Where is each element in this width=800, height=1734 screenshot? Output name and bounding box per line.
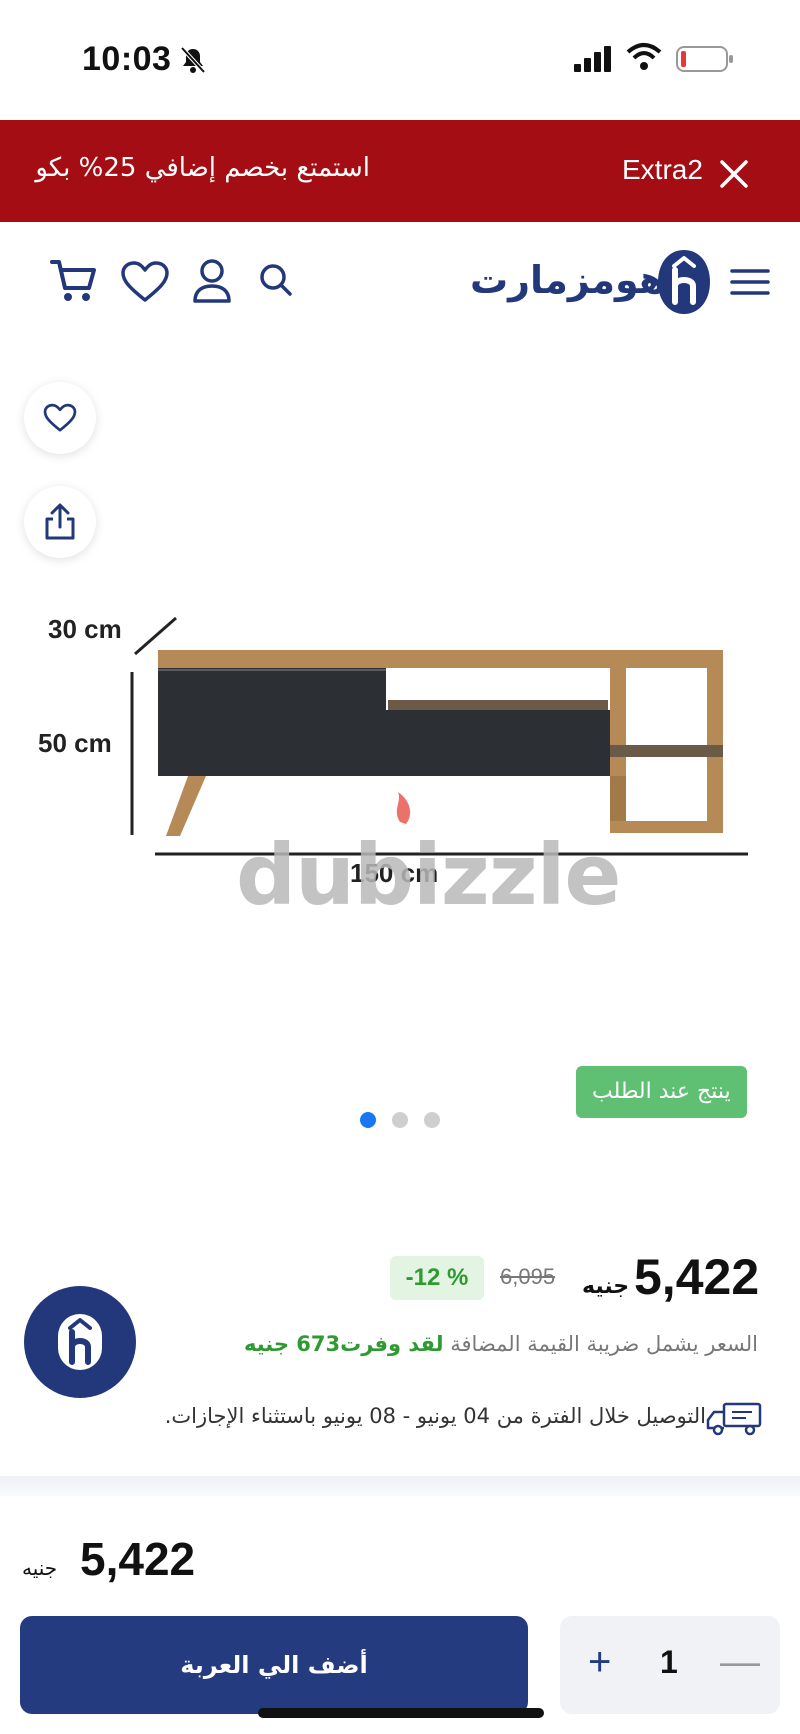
- heart-icon[interactable]: [120, 260, 170, 304]
- favorite-button[interactable]: [24, 382, 96, 454]
- promo-text: استمتع بخصم إضافي 25% بكو: [35, 153, 370, 183]
- watermark: dubizzle: [236, 826, 621, 924]
- delivery-truck-icon: [706, 1402, 762, 1436]
- share-icon: [45, 503, 75, 540]
- search-icon[interactable]: [258, 262, 294, 298]
- quantity-decrease-button[interactable]: —: [720, 1640, 760, 1685]
- home-indicator: [258, 1708, 544, 1718]
- brand-logo-badge: [24, 1286, 136, 1398]
- status-time: 10:03: [82, 40, 172, 78]
- battery-icon: [676, 46, 733, 72]
- logo-icon[interactable]: [656, 248, 712, 316]
- bottom-currency: جنيه: [22, 1556, 58, 1580]
- discount-badge: -12 %: [390, 1256, 484, 1300]
- made-to-order-badge: ينتج عند الطلب: [576, 1066, 747, 1118]
- close-icon[interactable]: [718, 158, 750, 190]
- promo-text-container: استمتع بخصم إضافي 25% بكو: [0, 145, 370, 195]
- wifi-icon: [626, 43, 662, 70]
- menu-icon[interactable]: [730, 268, 770, 296]
- carousel-dot[interactable]: [424, 1112, 440, 1128]
- quantity-value[interactable]: 1: [660, 1644, 678, 1681]
- dimension-height: 50 cm: [38, 728, 112, 758]
- brand-name[interactable]: هومزمارت: [470, 258, 665, 302]
- price-currency: جنيه: [582, 1274, 630, 1299]
- vat-line: السعر يشمل ضريبة القيمة المضافة لقد وفرت…: [244, 1332, 758, 1356]
- cart-icon[interactable]: [50, 258, 98, 304]
- logo-icon: [58, 1314, 102, 1370]
- dimension-depth: 30 cm: [48, 614, 122, 644]
- vat-note: السعر يشمل ضريبة القيمة المضافة: [450, 1332, 758, 1356]
- carousel-dot[interactable]: [360, 1112, 376, 1128]
- bottom-price: 5,422: [80, 1533, 196, 1585]
- current-price: 5,422: [634, 1249, 760, 1305]
- carousel-dot[interactable]: [392, 1112, 408, 1128]
- heart-icon: [43, 403, 77, 432]
- promo-code: Extra2: [622, 154, 703, 185]
- user-icon[interactable]: [192, 258, 232, 304]
- add-to-cart-button[interactable]: أضف الي العربة: [20, 1616, 528, 1714]
- signal-icon: [574, 46, 611, 72]
- old-price: 6,095: [500, 1264, 556, 1289]
- saved-amount: لقد وفرت673 جنيه: [243, 1332, 444, 1356]
- delivery-info: التوصيل خلال الفترة من 04 يونيو - 08 يون…: [164, 1404, 706, 1428]
- bell-muted-icon: [180, 46, 206, 74]
- share-button[interactable]: [24, 486, 96, 558]
- bottom-bar-shadow: [0, 1476, 800, 1496]
- quantity-increase-button[interactable]: +: [588, 1640, 611, 1685]
